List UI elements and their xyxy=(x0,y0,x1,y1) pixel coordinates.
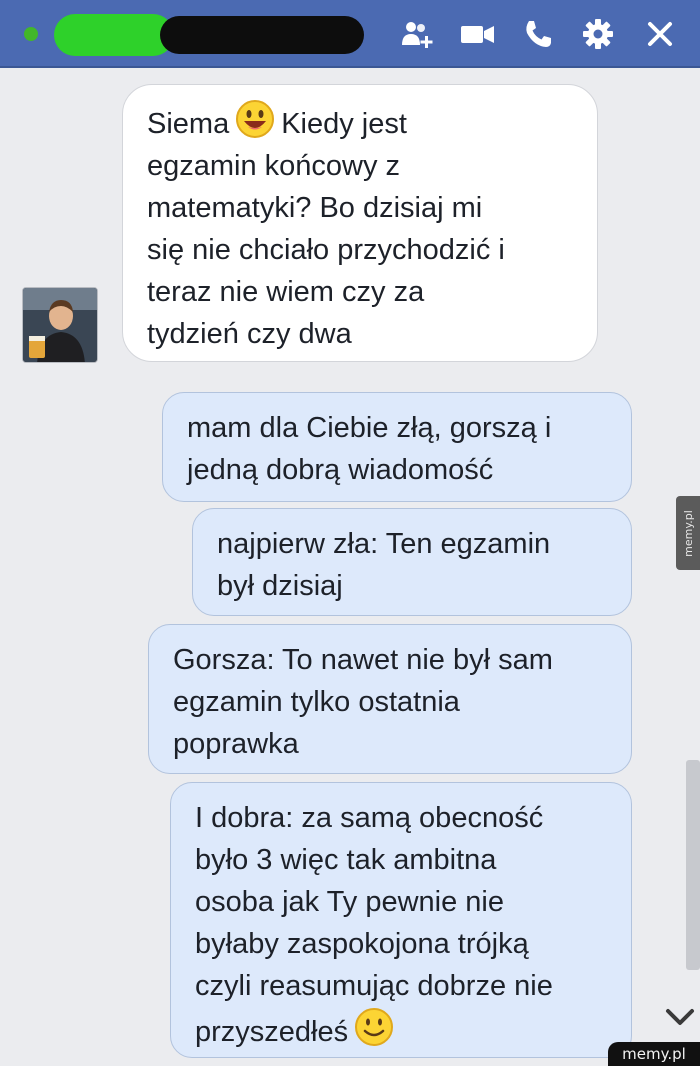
outgoing-message: mam dla Ciebie złą, gorszą i jedną dobrą… xyxy=(162,392,632,502)
message-line: I dobra: za samą obecność xyxy=(195,802,544,834)
censored-name-black xyxy=(160,16,364,54)
message-line: teraz nie wiem czy za xyxy=(147,276,425,308)
message-line: Gorsza: To nawet nie był sam xyxy=(173,644,553,676)
message-text: przyszedłeś xyxy=(195,1016,349,1048)
scrollbar[interactable] xyxy=(686,760,700,970)
message-line: poprawka xyxy=(173,728,299,760)
gear-icon[interactable] xyxy=(578,14,618,54)
message-line: czyli reasumując dobrze nie xyxy=(195,970,553,1002)
message-line: byłaby zaspokojona trójką xyxy=(195,928,529,960)
message-line: był dzisiaj xyxy=(217,570,343,602)
chat-header xyxy=(0,0,700,68)
message-line: najpierw zła: Ten egzamin xyxy=(217,528,551,560)
outgoing-message: najpierw zła: Ten egzamin był dzisiaj xyxy=(192,508,632,616)
outgoing-message: I dobra: za samą obecność było 3 więc ta… xyxy=(170,782,632,1058)
message-line: się nie chciało przychodzić i xyxy=(147,234,505,266)
message-line: Siema Kiedy jest xyxy=(147,99,573,145)
outgoing-message: Gorsza: To nawet nie był sam egzamin tyl… xyxy=(148,624,632,774)
message-line: mam dla Ciebie złą, gorszą i xyxy=(187,412,552,444)
close-icon[interactable] xyxy=(640,14,680,54)
message-line: egzamin tylko ostatnia xyxy=(173,686,460,718)
message-line: osoba jak Ty pewnie nie xyxy=(195,886,505,918)
message-text: Kiedy jest xyxy=(281,108,407,140)
watermark-text: memy.pl xyxy=(681,509,695,557)
avatar[interactable] xyxy=(22,287,98,363)
video-call-icon[interactable] xyxy=(458,14,498,54)
add-people-icon[interactable] xyxy=(398,14,438,54)
message-line: przyszedłeś xyxy=(195,1007,607,1053)
message-line: było 3 więc tak ambitna xyxy=(195,844,497,876)
message-line: jedną dobrą wiadomość xyxy=(187,454,494,486)
message-line: matematyki? Bo dzisiaj mi xyxy=(147,192,483,224)
slight-smile-emoji-icon xyxy=(354,1007,394,1047)
message-text: Siema xyxy=(147,108,230,140)
phone-icon[interactable] xyxy=(518,14,558,54)
online-status-dot xyxy=(24,27,38,41)
message-line: tydzień czy dwa xyxy=(147,318,352,350)
message-line: egzamin końcowy z xyxy=(147,150,401,182)
watermark-side: memy.pl xyxy=(676,496,700,570)
incoming-message: Siema Kiedy jest egzamin końcowy z matem… xyxy=(122,84,598,362)
smiley-emoji-icon xyxy=(235,99,275,139)
chevron-down-icon[interactable] xyxy=(662,1000,698,1034)
watermark-bottom: memy.pl xyxy=(608,1042,700,1066)
censored-name-green xyxy=(54,14,174,56)
